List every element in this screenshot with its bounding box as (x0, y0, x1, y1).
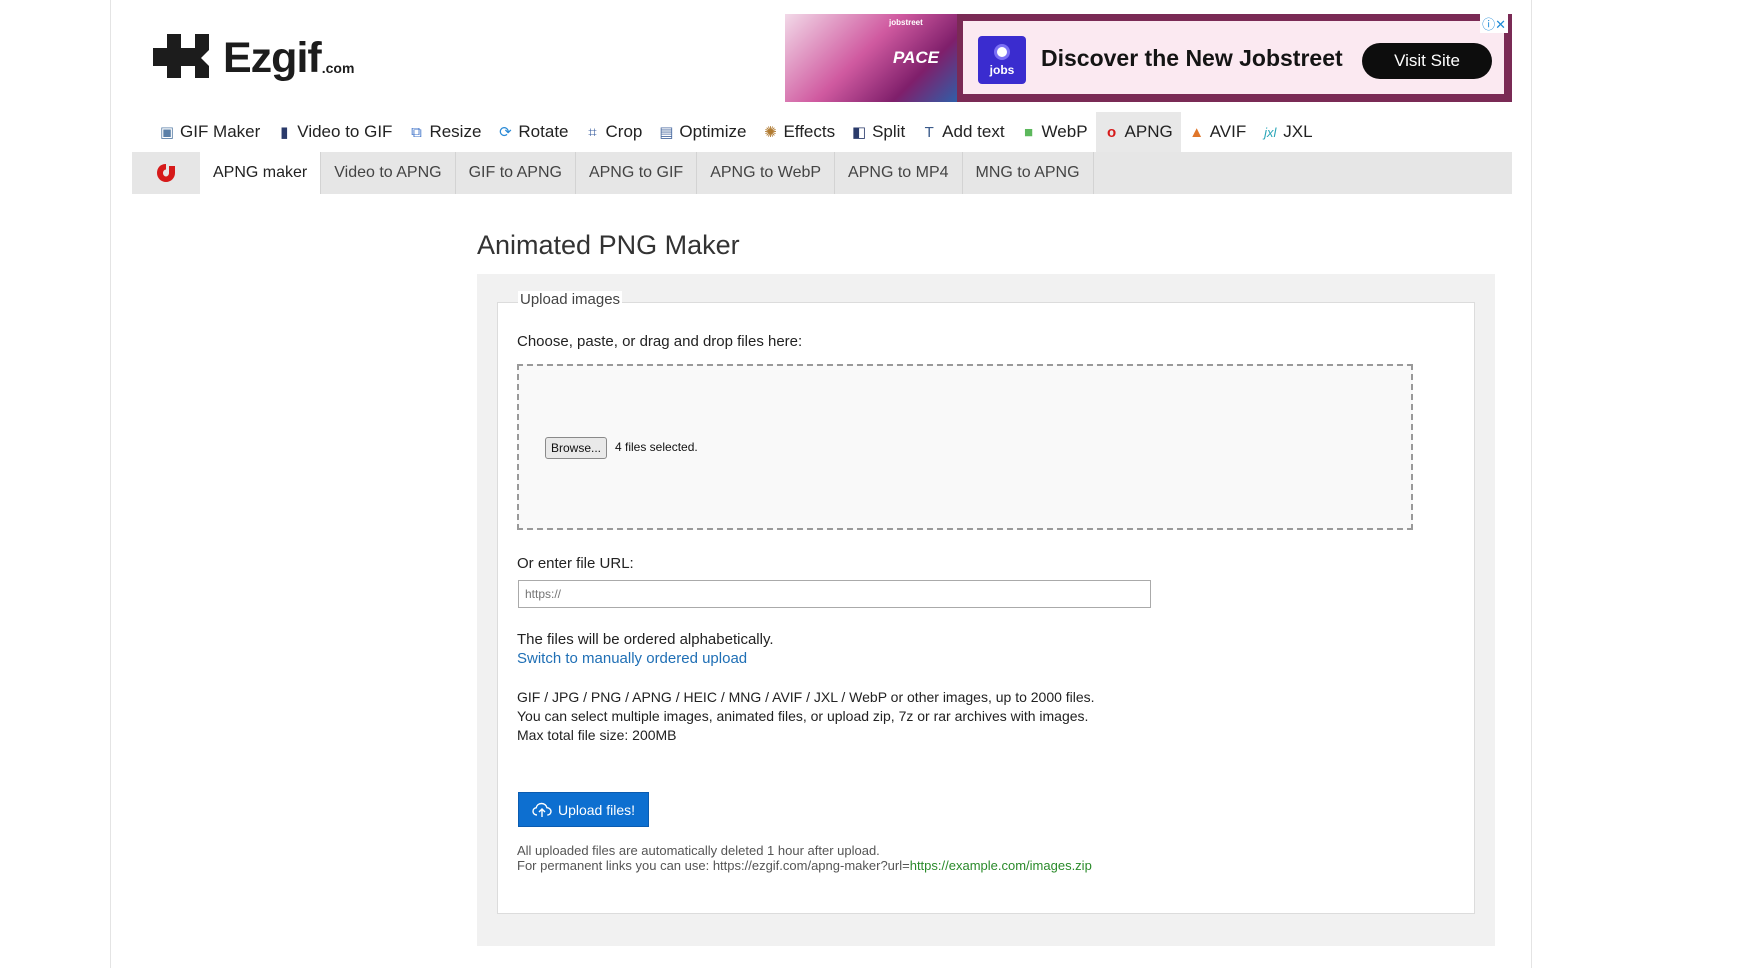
tab-mng-to-apng[interactable]: MNG to APNG (963, 152, 1094, 194)
nav-item-gif-maker[interactable]: ▣ GIF Maker (151, 112, 268, 152)
formats-line-2: You can select multiple images, animated… (517, 708, 1089, 724)
nav-label: Rotate (518, 122, 569, 141)
avif-icon: ▲ (1189, 123, 1205, 141)
order-note: The files will be ordered alphabetically… (517, 631, 774, 648)
logo-word: Ezgif (223, 34, 322, 82)
ad-brand-dot-icon (994, 44, 1010, 60)
nav-label: WebP (1041, 122, 1088, 141)
nav-item-crop[interactable]: ⌗ Crop (577, 112, 651, 152)
permalink-note: For permanent links you can use: https:/… (517, 858, 1092, 873)
nav-item-effects[interactable]: ✺ Effects (754, 112, 843, 152)
browse-button[interactable]: Browse... (545, 437, 608, 459)
file-dropzone[interactable]: Browse... 4 files selected. (517, 364, 1413, 530)
nav-label: Video to GIF (297, 122, 393, 141)
nav-label: JXL (1283, 122, 1313, 141)
optimize-icon: ▤ (659, 124, 674, 141)
nav-item-resize[interactable]: ⧉ Resize (400, 112, 489, 152)
tab-gif-to-apng[interactable]: GIF to APNG (456, 152, 576, 194)
ad-panel: jobs Discover the New Jobstreet Visit Si… (963, 21, 1504, 94)
url-label: Or enter file URL: (517, 555, 634, 572)
sub-nav: APNG maker Video to APNG GIF to APNG APN… (132, 152, 1512, 194)
upload-button-label: Upload files! (557, 801, 636, 818)
files-selected-status: 4 files selected. (615, 440, 698, 454)
auto-delete-note: All uploaded files are automatically del… (517, 843, 880, 858)
ad-thumb-text: PACE (893, 48, 939, 67)
cloud-upload-icon (532, 802, 552, 818)
nav-label: Add text (942, 122, 1005, 141)
nav-item-optimize[interactable]: ▤ Optimize (650, 112, 754, 152)
nav-label: Resize (429, 122, 482, 141)
nav-label: Split (872, 122, 906, 141)
apng-drop-icon (157, 164, 175, 182)
top-nav: ▣ GIF Maker ▮ Video to GIF ⧉ Resize ⟳ Ro… (151, 112, 1321, 152)
ad-visit-button[interactable]: Visit Site (1362, 43, 1492, 79)
webp-icon: ■ (1024, 123, 1034, 141)
gif-maker-icon: ▣ (159, 124, 175, 141)
ad-brand-label: jobs (989, 63, 1015, 77)
upload-files-button[interactable]: Upload files! (518, 792, 649, 827)
tab-apng-to-gif[interactable]: APNG to GIF (576, 152, 698, 194)
effects-icon: ✺ (764, 124, 777, 141)
site-logo[interactable]: Ezgif .com (151, 30, 354, 80)
apng-icon: o (1106, 123, 1117, 141)
page-container: Ezgif .com jobstreet PACE jobs Discover … (110, 0, 1532, 968)
ad-headline: Discover the New Jobstreet (1041, 45, 1343, 71)
upload-fieldset: Upload images Choose, paste, or drag and… (497, 291, 1475, 914)
video-to-gif-icon: ▮ (280, 124, 289, 141)
tab-apng-to-mp4[interactable]: APNG to MP4 (835, 152, 963, 194)
rotate-icon: ⟳ (499, 124, 512, 141)
nav-item-jxl[interactable]: jxl JXL (1254, 112, 1320, 152)
apng-logo-icon (132, 152, 200, 194)
upload-legend: Upload images (518, 291, 623, 308)
switch-manual-order-link[interactable]: Switch to manually ordered upload (517, 650, 747, 667)
tab-video-to-apng[interactable]: Video to APNG (321, 152, 456, 194)
choose-files-label: Choose, paste, or drag and drop files he… (517, 333, 803, 350)
nav-label: GIF Maker (180, 122, 261, 141)
split-icon: ◧ (852, 124, 867, 141)
nav-label: Crop (605, 122, 643, 141)
jxl-icon: jxl (1264, 124, 1277, 140)
max-size-note: Max total file size: 200MB (517, 727, 677, 743)
nav-label: AVIF (1209, 122, 1247, 141)
ezgif-logo-icon (153, 34, 209, 78)
permalink-prefix: For permanent links you can use: https:/… (517, 858, 910, 873)
tab-apng-maker[interactable]: APNG maker (200, 152, 322, 194)
nav-item-rotate[interactable]: ⟳ Rotate (489, 112, 576, 152)
nav-item-avif[interactable]: ▲ AVIF (1181, 112, 1255, 152)
resize-icon: ⧉ (411, 123, 422, 141)
nav-label: Optimize (679, 122, 747, 141)
nav-item-add-text[interactable]: T Add text (913, 112, 1012, 152)
nav-item-webp[interactable]: ■ WebP (1013, 112, 1096, 152)
file-url-input[interactable] (518, 580, 1151, 608)
permalink-example-link[interactable]: https://example.com/images.zip (910, 858, 1092, 873)
ad-brand-icon: jobs (978, 36, 1026, 84)
nav-item-video-to-gif[interactable]: ▮ Video to GIF (268, 112, 400, 152)
tab-apng-to-webp[interactable]: APNG to WebP (697, 152, 836, 194)
nav-label: Effects (783, 122, 836, 141)
ad-thumbnail: jobstreet PACE (785, 14, 957, 102)
ad-choices-icon[interactable]: ⓘ✕ (1480, 14, 1508, 33)
formats-line-1: GIF / JPG / PNG / APNG / HEIC / MNG / AV… (517, 689, 1095, 705)
add-text-icon: T (924, 123, 934, 141)
crop-icon: ⌗ (588, 123, 597, 141)
nav-item-apng[interactable]: o APNG (1095, 112, 1181, 152)
logo-suffix: .com (321, 60, 355, 76)
ad-thumb-tag: jobstreet (889, 18, 923, 27)
nav-item-split[interactable]: ◧ Split (843, 112, 913, 152)
upload-form-container: Upload images Choose, paste, or drag and… (477, 274, 1495, 946)
page-title: Animated PNG Maker (477, 230, 740, 260)
nav-label: APNG (1124, 122, 1173, 141)
ad-banner[interactable]: jobstreet PACE jobs Discover the New Job… (785, 14, 1512, 102)
